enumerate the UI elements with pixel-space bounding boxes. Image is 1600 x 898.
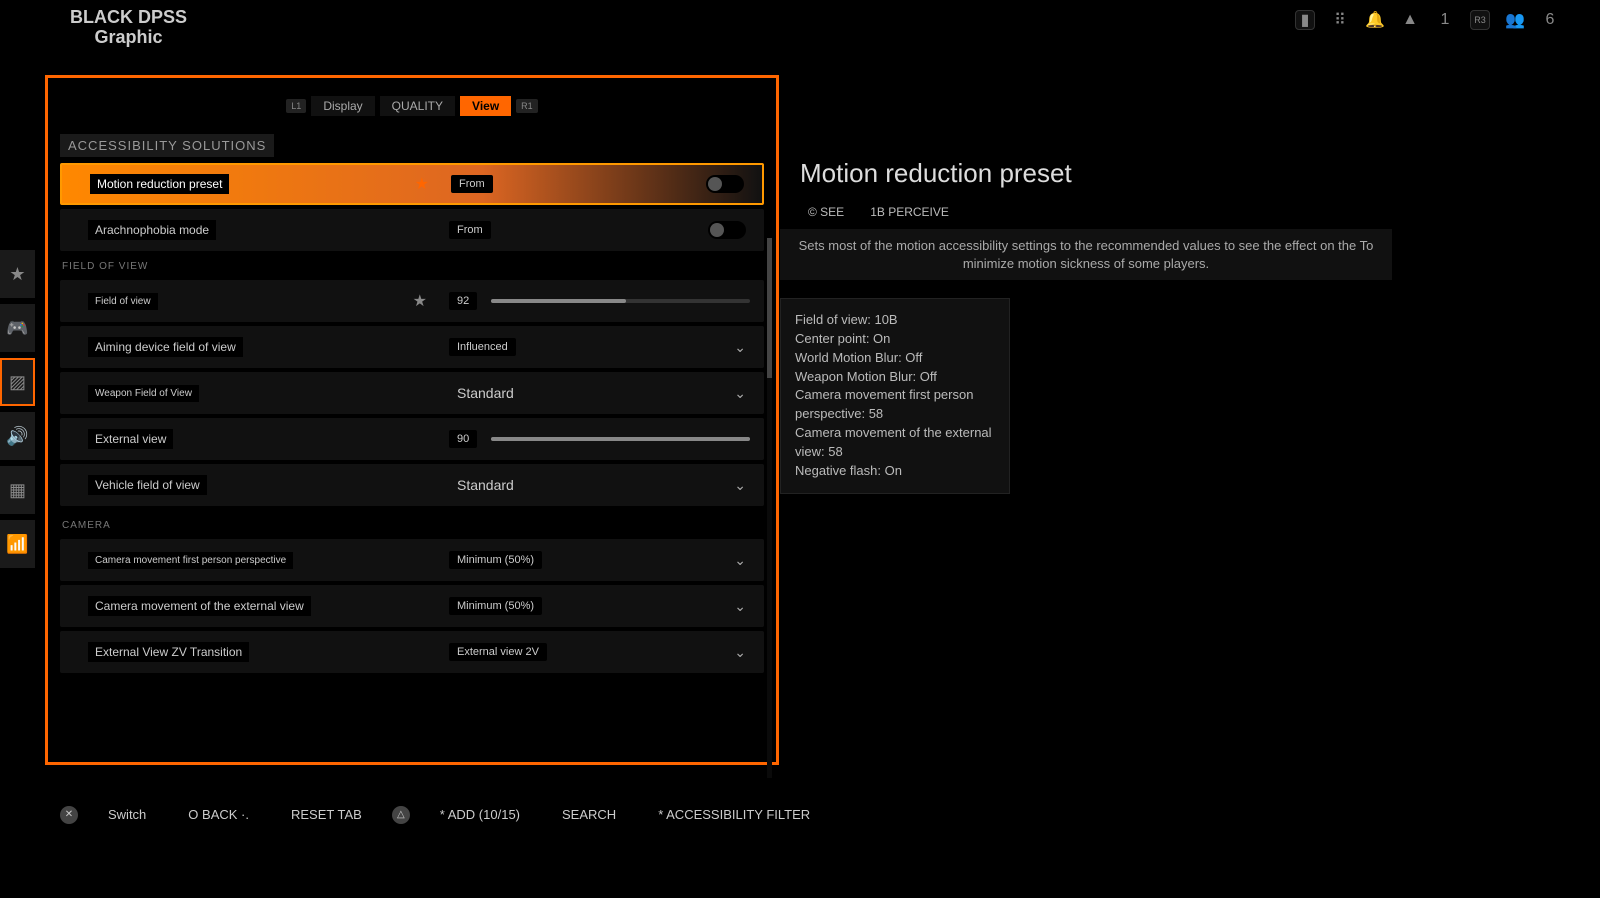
- hint-back[interactable]: O BACK ·.: [176, 803, 261, 826]
- value-cam-fp: Minimum (50%): [449, 551, 542, 569]
- value-arachnophobia: From: [449, 221, 491, 239]
- sidebar-interface[interactable]: ▦: [0, 466, 35, 514]
- row-fov[interactable]: Field of view ★ 92: [60, 280, 764, 322]
- battery-icon: ▮: [1295, 10, 1315, 30]
- close-icon: ✕: [60, 806, 78, 824]
- row-weapon-fov[interactable]: Weapon Field of View Standard ⌄: [60, 372, 764, 414]
- slider-fov[interactable]: [491, 299, 750, 303]
- label-external: External view: [88, 429, 173, 449]
- hint-add[interactable]: * ADD (10/15): [428, 803, 532, 826]
- grid-icon[interactable]: ⠿: [1330, 10, 1350, 30]
- sidebar-audio[interactable]: 🔊: [0, 412, 35, 460]
- value-weapon-fov: Standard: [449, 382, 522, 404]
- sidebar-network[interactable]: 📶: [0, 520, 35, 568]
- chevron-down-icon: ⌄: [734, 339, 746, 356]
- warning-icon: ▲: [1400, 10, 1420, 30]
- value-external: 90: [449, 430, 477, 448]
- info-tag-perceive: 1B PERCEIVE: [862, 203, 957, 221]
- star-icon: ★: [413, 291, 427, 311]
- slider-external[interactable]: [491, 437, 750, 441]
- friends-count: 6: [1540, 10, 1560, 30]
- toggle-arachnophobia[interactable]: [708, 221, 746, 239]
- hint-reset[interactable]: RESET TAB: [279, 803, 374, 826]
- party-count: 1: [1435, 10, 1455, 30]
- label-aiming-fov: Aiming device field of view: [88, 337, 243, 357]
- label-ext-transition: External View ZV Transition: [88, 642, 249, 662]
- friends-icon[interactable]: 👥: [1505, 10, 1525, 30]
- tab-display[interactable]: Display: [311, 96, 374, 116]
- row-ext-transition[interactable]: External View ZV Transition External vie…: [60, 631, 764, 673]
- value-motion-preset: From: [451, 175, 493, 193]
- row-aiming-fov[interactable]: Aiming device field of view Influenced ⌄: [60, 326, 764, 368]
- chevron-down-icon: ⌄: [734, 385, 746, 402]
- section-fov: FIELD OF VIEW: [60, 257, 764, 276]
- tab-quality[interactable]: QUALITY: [380, 96, 455, 116]
- chevron-down-icon: ⌄: [734, 598, 746, 615]
- row-vehicle-fov[interactable]: Vehicle field of view Standard ⌄: [60, 464, 764, 506]
- bumper-right: R1: [516, 99, 538, 113]
- header-status: ▮ ⠿ 🔔 ▲ 1 R3 👥 6: [1295, 10, 1560, 30]
- toggle-motion-preset[interactable]: [706, 175, 744, 193]
- chevron-down-icon: ⌄: [734, 477, 746, 494]
- scroll-thumb[interactable]: [767, 238, 772, 378]
- value-fov: 92: [449, 292, 477, 310]
- info-description: Sets most of the motion accessibility se…: [780, 229, 1392, 280]
- bell-icon[interactable]: 🔔: [1365, 10, 1385, 30]
- hint-search[interactable]: SEARCH: [550, 803, 628, 826]
- footer-hints: ✕ Switch O BACK ·. RESET TAB △ * ADD (10…: [60, 803, 1560, 826]
- label-cam-fp: Camera movement first person perspective: [88, 552, 293, 569]
- row-cam-ext[interactable]: Camera movement of the external view Min…: [60, 585, 764, 627]
- row-motion-preset[interactable]: Motion reduction preset ★ From: [60, 163, 764, 205]
- section-camera: Camera: [60, 516, 113, 535]
- chevron-down-icon: ⌄: [734, 644, 746, 661]
- star-icon: ★: [415, 174, 429, 194]
- label-weapon-fov: Weapon Field of View: [88, 385, 199, 402]
- hint-switch[interactable]: Switch: [96, 803, 158, 826]
- tab-view[interactable]: View: [460, 96, 511, 116]
- label-fov: Field of view: [88, 293, 158, 310]
- sidebar-display[interactable]: ▨: [0, 358, 35, 406]
- game-logo: BLACK DPSS Graphic: [60, 3, 197, 53]
- hint-acc-filter[interactable]: * ACCESSIBILITY FILTER: [646, 803, 822, 826]
- triangle-icon: △: [392, 806, 410, 824]
- scrollbar[interactable]: [767, 238, 772, 778]
- row-arachnophobia[interactable]: Arachnophobia mode From: [60, 209, 764, 251]
- bumper-left: L1: [286, 99, 306, 113]
- info-title: Motion reduction preset: [780, 150, 1392, 197]
- label-cam-ext: Camera movement of the external view: [88, 596, 311, 616]
- info-details: Field of view: 10B Center point: On Worl…: [780, 298, 1010, 494]
- info-panel: Motion reduction preset © SEE 1B PERCEIV…: [780, 150, 1392, 494]
- r3-badge: R3: [1470, 10, 1490, 30]
- label-arachnophobia: Arachnophobia mode: [88, 220, 216, 240]
- label-motion-preset: Motion reduction preset: [90, 174, 229, 194]
- row-cam-fp[interactable]: Camera movement first person perspective…: [60, 539, 764, 581]
- sidebar-controller[interactable]: 🎮: [0, 304, 35, 352]
- settings-panel: L1 Display QUALITY View R1 ACCESSIBILITY…: [45, 75, 779, 765]
- value-cam-ext: Minimum (50%): [449, 597, 542, 615]
- row-external[interactable]: External view 90: [60, 418, 764, 460]
- label-vehicle-fov: Vehicle field of view: [88, 475, 207, 495]
- section-accessibility: ACCESSIBILITY SOLUTIONS: [60, 134, 274, 157]
- value-ext-transition: External view 2V: [449, 643, 547, 661]
- info-tag-see: © SEE: [800, 203, 852, 221]
- value-aiming-fov: Influenced: [449, 338, 516, 356]
- sidebar-favorites[interactable]: ★: [0, 250, 35, 298]
- chevron-down-icon: ⌄: [734, 552, 746, 569]
- value-vehicle-fov: Standard: [449, 474, 522, 496]
